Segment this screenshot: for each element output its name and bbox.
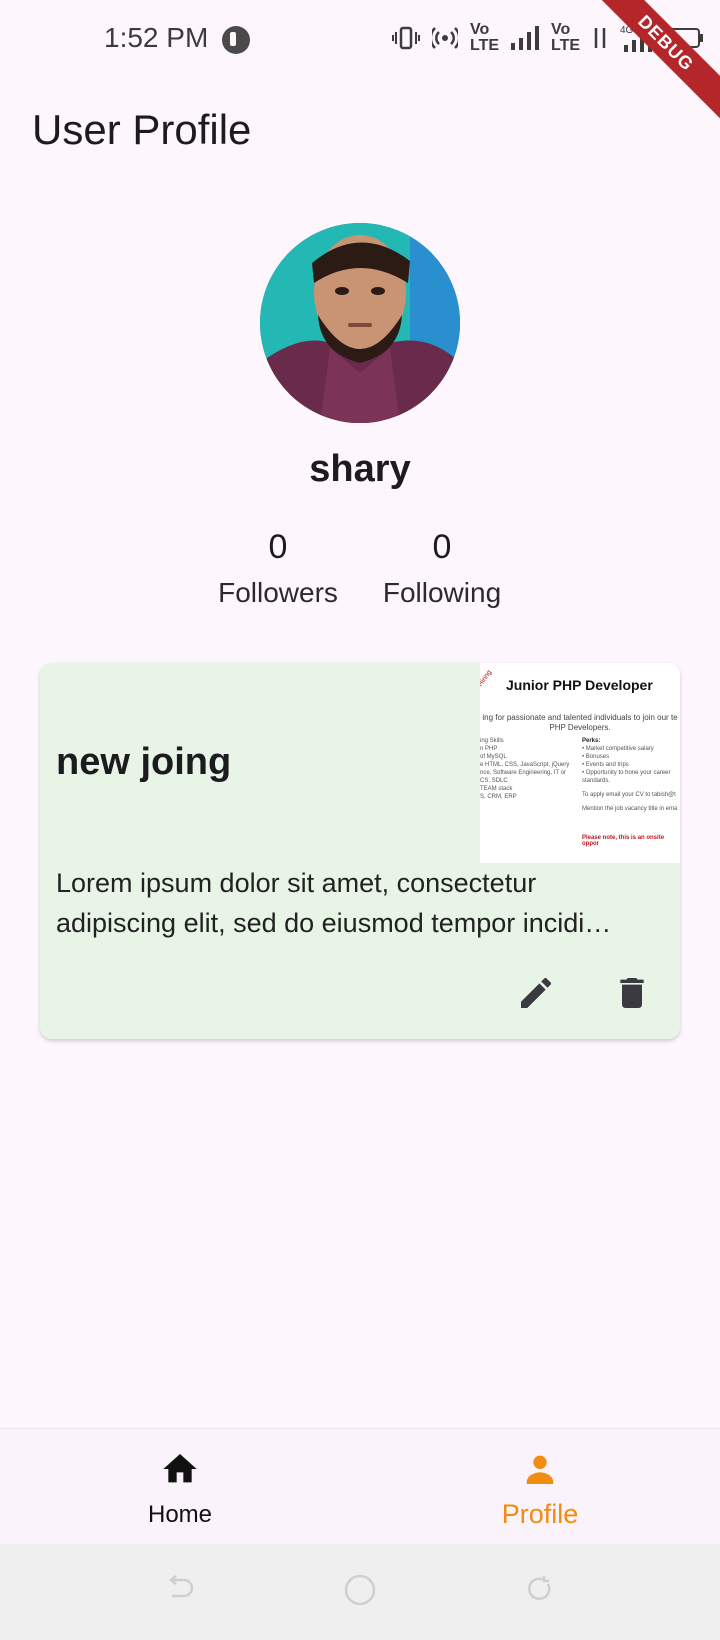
delete-post-button[interactable] xyxy=(608,969,656,1017)
volte-icon: Vo LTE xyxy=(470,21,500,54)
profile-avatar[interactable] xyxy=(260,223,460,423)
post-image-line: To apply email your CV to tabish@t xyxy=(582,792,676,798)
followers-label: Followers xyxy=(218,577,338,608)
vibrate-icon xyxy=(392,26,420,50)
home-circle-icon[interactable] xyxy=(342,1572,378,1608)
post-body-line: Lorem ipsum dolor sit amet, consectetur xyxy=(56,868,537,898)
following-label: Following xyxy=(382,577,502,608)
profile-name: shary xyxy=(309,448,411,490)
avatar-image xyxy=(260,223,460,423)
nav-item-profile[interactable]: Profile xyxy=(360,1429,720,1545)
followers-stat[interactable]: 0 Followers xyxy=(198,528,358,609)
post-image-line: CS, SDLC xyxy=(480,778,508,784)
post-image-left-column: ing Skills n PHP of MySQL e HTML, CSS, J… xyxy=(480,737,569,801)
status-bar: 1:52 PM Vo LTE Vo LTE 4G DEBUG xyxy=(0,0,720,125)
nav-item-home[interactable]: Home xyxy=(0,1429,360,1545)
post-image-stamp: Hiring xyxy=(480,668,494,689)
hotspot-icon xyxy=(432,27,458,49)
page-title: User Profile xyxy=(32,106,252,153)
post-image-note: Please note, this is an onsite oppor xyxy=(582,835,665,847)
post-image-subtitle: ing for passionate and talented individu… xyxy=(482,713,678,732)
post-card[interactable]: new joing Hiring Junior PHP Developer in… xyxy=(40,663,680,1039)
system-navigation-bar xyxy=(0,1544,720,1640)
post-image-perks-heading: Perks: xyxy=(582,738,601,744)
post-image-line: • Market competitive salary xyxy=(582,746,654,752)
post-image-line: • Opportunity to hone your career standa… xyxy=(582,770,671,784)
post-image-line: e HTML, CSS, JavaScript, jQuery xyxy=(480,762,570,768)
post-image-line: • Bonuses xyxy=(582,754,610,760)
post-image-right-column: Perks: • Market competitive salary • Bon… xyxy=(582,737,680,813)
followers-count: 0 xyxy=(268,528,288,566)
post-image-heading: Junior PHP Developer xyxy=(506,677,653,693)
post-image-line: n PHP xyxy=(480,746,498,752)
post-title: new joing xyxy=(56,741,232,783)
post-image-line: TEAM stack xyxy=(480,786,513,792)
post-image-line: S, CRM, ERP xyxy=(480,794,517,800)
nav-label-profile: Profile xyxy=(501,1499,579,1529)
person-icon xyxy=(526,1455,554,1484)
following-stat[interactable]: 0 Following xyxy=(362,528,522,609)
data-arrows-icon xyxy=(594,28,606,48)
post-image-line: • Events and trips xyxy=(582,762,629,768)
signal-icon xyxy=(511,26,540,50)
following-count: 0 xyxy=(432,528,452,566)
recents-icon[interactable] xyxy=(522,1572,558,1608)
status-time: 1:52 PM xyxy=(104,22,209,53)
pencil-icon xyxy=(521,977,552,1008)
post-image-line: of MySQL xyxy=(480,754,507,760)
post-image[interactable]: Hiring Junior PHP Developer ing for pass… xyxy=(480,663,680,863)
home-icon xyxy=(163,1454,197,1483)
nav-label-home: Home xyxy=(147,1501,213,1528)
debug-banner: DEBUG xyxy=(584,0,720,125)
post-body: Lorem ipsum dolor sit amet, consectetur … xyxy=(56,863,656,943)
bottom-navigation: Home Profile xyxy=(0,1428,720,1545)
app-notification-icon xyxy=(222,26,250,54)
edit-post-button[interactable] xyxy=(512,969,560,1017)
back-icon[interactable] xyxy=(162,1572,198,1608)
post-image-line: nce, Software Engineering, IT or xyxy=(480,770,566,776)
post-body-line: adipiscing elit, sed do eiusmod tempor i… xyxy=(56,908,612,938)
trash-icon xyxy=(620,978,644,1008)
volte-icon: Vo LTE xyxy=(551,21,581,54)
post-image-line: Mention the job vacancy title in ema xyxy=(582,806,678,812)
post-image-line: ing Skills xyxy=(480,738,504,744)
